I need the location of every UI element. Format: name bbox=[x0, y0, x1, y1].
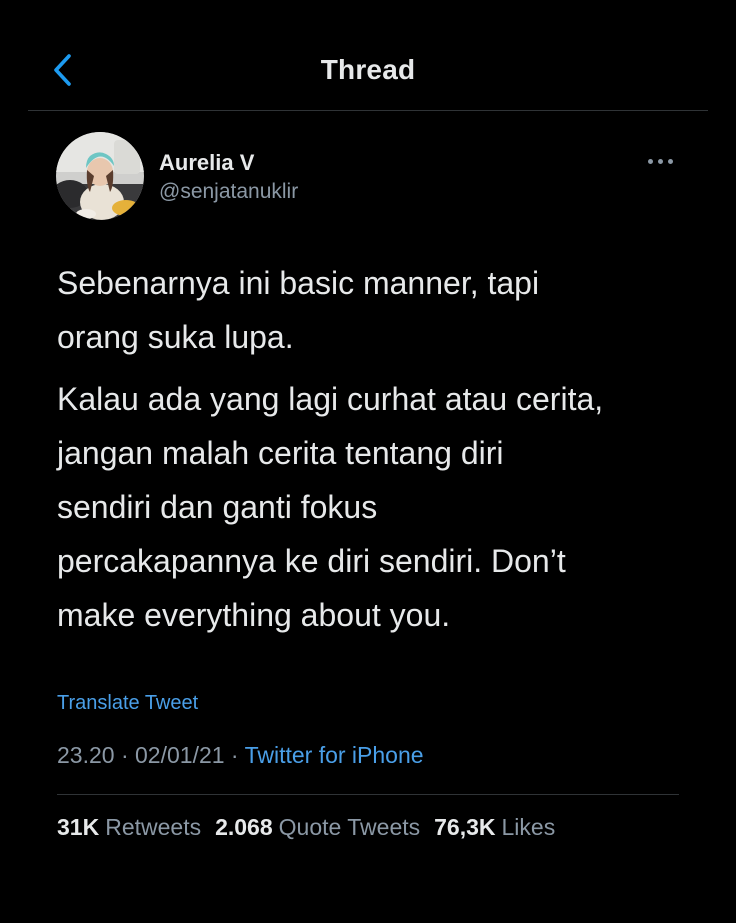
meta-separator: · bbox=[114, 742, 136, 768]
tweet-source-link[interactable]: Twitter for iPhone bbox=[245, 742, 424, 768]
avatar[interactable] bbox=[56, 132, 144, 220]
tweet-stats: 31K Retweets 2.068 Quote Tweets 76,3K Likes bbox=[57, 814, 569, 841]
retweets-stat[interactable]: 31K Retweets bbox=[57, 814, 201, 841]
more-options-button[interactable] bbox=[648, 156, 678, 168]
tweet-line: Sebenarnya ini basic manner, tapi bbox=[57, 265, 540, 301]
tweet-line: Kalau ada yang lagi curhat atau cerita, bbox=[57, 381, 604, 417]
retweets-label: Retweets bbox=[105, 814, 202, 840]
quote-tweets-stat[interactable]: 2.068 Quote Tweets bbox=[215, 814, 420, 841]
quote-tweets-count: 2.068 bbox=[215, 814, 273, 840]
likes-label: Likes bbox=[501, 814, 556, 840]
meta-separator: · bbox=[224, 742, 245, 768]
top-bar: Thread bbox=[28, 30, 708, 111]
translate-tweet-link[interactable]: Translate Tweet bbox=[57, 692, 198, 715]
likes-stat[interactable]: 76,3K Likes bbox=[434, 814, 555, 841]
quote-tweets-label: Quote Tweets bbox=[278, 814, 421, 840]
tweet-paragraph: Sebenarnya ini basic manner, tapi orang … bbox=[57, 256, 697, 364]
divider bbox=[57, 794, 679, 795]
tweet-meta: 23.20 · 02/01/21 · Twitter for iPhone bbox=[57, 742, 424, 769]
tweet-line: percakapannya ke diri sendiri. Don’t bbox=[57, 543, 566, 579]
tweet-paragraph: Kalau ada yang lagi curhat atau cerita, … bbox=[57, 372, 697, 642]
more-dot bbox=[658, 159, 663, 164]
more-dot bbox=[668, 159, 673, 164]
tweet-line: orang suka lupa. bbox=[57, 319, 294, 355]
likes-count: 76,3K bbox=[434, 814, 496, 840]
tweet-author: Aurelia V @senjatanuklir bbox=[56, 132, 686, 222]
tweet-line: jangan malah cerita tentang diri bbox=[57, 435, 504, 471]
tweet-line: make everything about you. bbox=[57, 597, 451, 633]
tweet-text: Sebenarnya ini basic manner, tapi orang … bbox=[57, 256, 697, 642]
retweets-count: 31K bbox=[57, 814, 100, 840]
page-title: Thread bbox=[320, 54, 416, 85]
more-horizontal-icon bbox=[648, 159, 653, 164]
tweet-date[interactable]: 02/01/21 bbox=[135, 742, 225, 768]
tweet-line: sendiri dan ganti fokus bbox=[57, 489, 378, 525]
author-display-name[interactable]: Aurelia V bbox=[159, 150, 254, 176]
avatar-image bbox=[56, 132, 144, 220]
tweet-time[interactable]: 23.20 bbox=[57, 742, 115, 768]
author-handle[interactable]: @senjatanuklir bbox=[159, 180, 298, 204]
